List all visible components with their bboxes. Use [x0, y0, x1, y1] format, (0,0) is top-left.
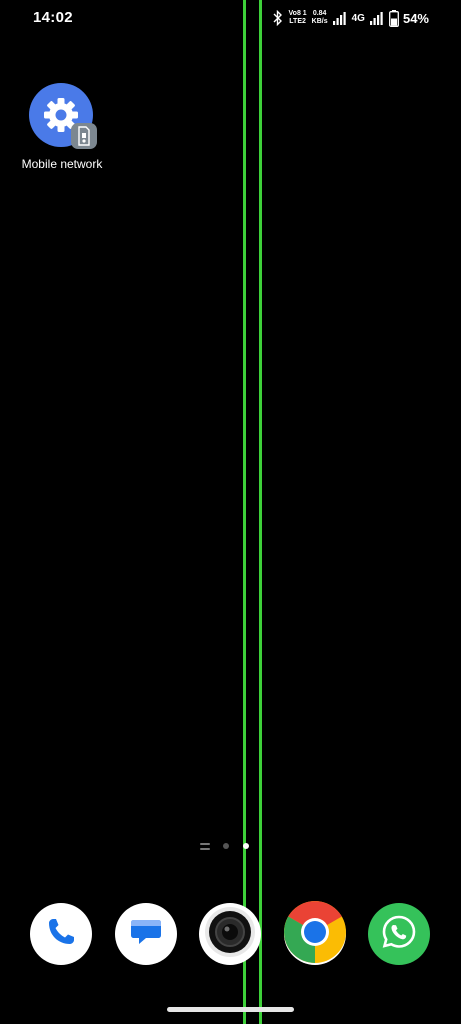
dock-chrome[interactable]	[284, 900, 346, 968]
network-type-label: 4G	[351, 12, 365, 24]
status-bar: 14:02 Vo8 1 LTE2 0.84 KB/s 4G 54%	[0, 0, 461, 36]
page-dot-active[interactable]	[243, 843, 249, 849]
page-indicator[interactable]	[200, 840, 263, 852]
dock-messages[interactable]	[115, 903, 177, 965]
home-gesture-bar[interactable]	[167, 1007, 294, 1012]
volte-top-label: Vo8 1	[288, 10, 307, 17]
status-clock: 14:02	[33, 9, 73, 26]
dock	[0, 900, 461, 968]
whatsapp-icon	[379, 912, 419, 957]
status-icons: Vo8 1 LTE2 0.84 KB/s 4G 54%	[267, 8, 429, 28]
app-icon-wrap	[29, 83, 97, 149]
app-mobile-network[interactable]: Mobile network	[12, 83, 112, 171]
camera-icon	[203, 905, 257, 964]
dock-whatsapp[interactable]	[368, 903, 430, 965]
dock-camera[interactable]	[199, 903, 261, 965]
signal-icon	[332, 11, 347, 25]
home-screen: 14:02 Vo8 1 LTE2 0.84 KB/s 4G 54% Mobile…	[0, 0, 461, 1024]
overlay-line	[259, 0, 262, 1024]
page-overview-handle-icon[interactable]	[200, 842, 210, 850]
dock-phone[interactable]	[30, 903, 92, 965]
messages-icon	[126, 912, 166, 957]
battery-percent: 54%	[402, 10, 429, 26]
speed-value: 0.84	[312, 10, 327, 17]
sim-card-icon	[71, 123, 97, 149]
battery-icon	[389, 9, 399, 27]
volte-bottom-label: LTE2	[289, 18, 306, 25]
phone-icon	[44, 915, 78, 954]
page-dot[interactable]	[223, 843, 229, 849]
network-speed: 0.84 KB/s	[312, 10, 328, 26]
app-label: Mobile network	[21, 157, 103, 171]
volte-icon: Vo8 1 LTE2	[289, 10, 307, 26]
speed-unit: KB/s	[311, 18, 328, 25]
chrome-icon	[284, 900, 346, 968]
bluetooth-icon	[272, 10, 284, 26]
signal-icon	[369, 11, 384, 25]
overlay-line	[243, 0, 246, 1024]
